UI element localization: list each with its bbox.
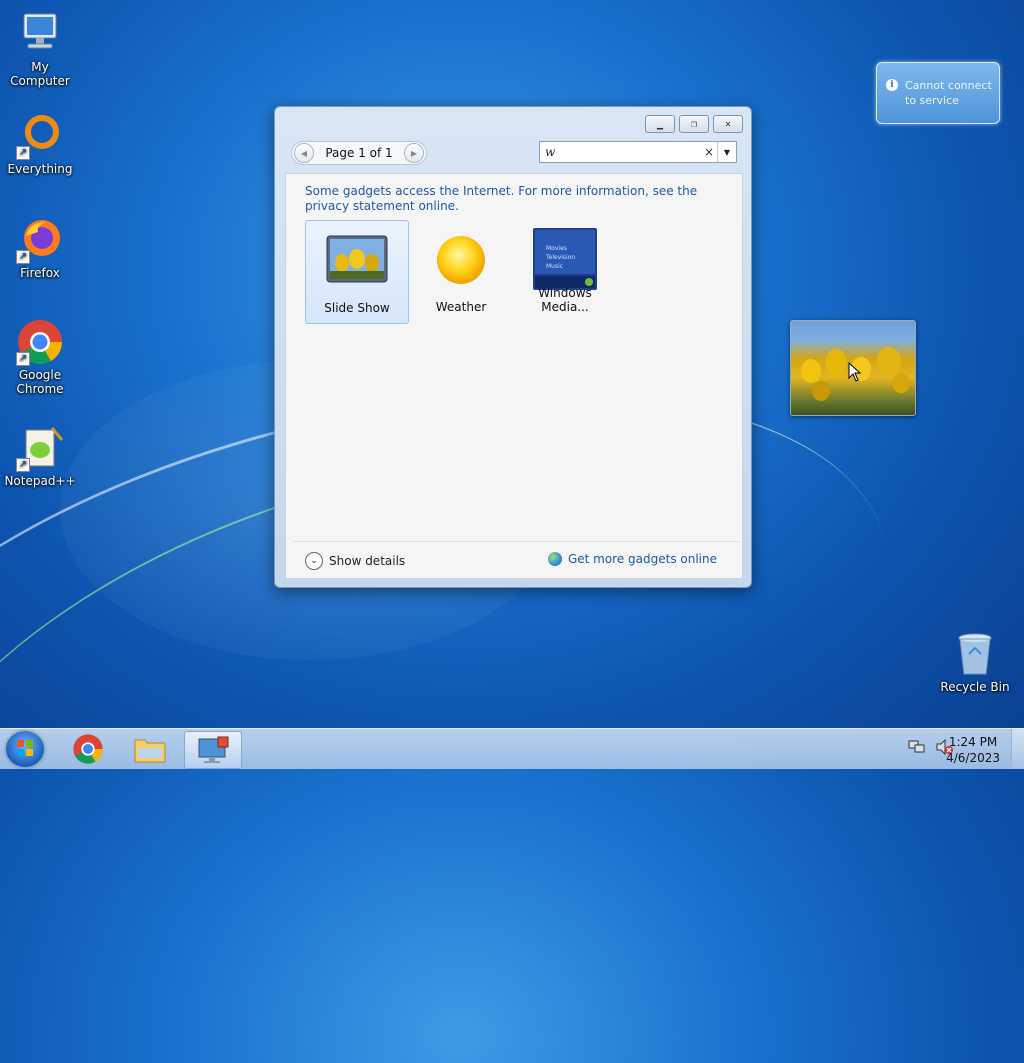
window-controls: ▁ ❐ ✕: [645, 115, 743, 133]
chevron-down-icon: ⌄: [305, 552, 323, 570]
chrome-icon: [73, 734, 103, 764]
desktop-icon-google-chrome[interactable]: ↗ Google Chrome: [0, 318, 80, 396]
desktop-icon-my-computer[interactable]: My Computer: [0, 10, 80, 88]
windows-logo-icon: [17, 740, 33, 756]
recycle-bin-icon: [951, 630, 999, 678]
start-button[interactable]: [6, 731, 44, 767]
close-button[interactable]: ✕: [713, 115, 743, 133]
shortcut-arrow-icon: ↗: [16, 352, 30, 366]
chrome-icon: ↗: [16, 318, 64, 366]
notepad-plus-plus-icon: ↗: [16, 424, 64, 472]
gadget-slide-show[interactable]: Slide Show: [305, 220, 409, 324]
desktop-icon-label: Recycle Bin: [940, 680, 1010, 694]
previous-page-button[interactable]: ◀: [294, 143, 314, 163]
desktop-icon-everything[interactable]: ↗ Everything: [0, 112, 80, 176]
taskbar-clock[interactable]: 1:24 PM 4/6/2023: [946, 734, 1000, 766]
desktop-icon-firefox[interactable]: ↗ Firefox: [0, 216, 80, 280]
desktop-icon-label: Google Chrome: [16, 368, 64, 396]
notification-text: Cannot connect to service: [905, 79, 992, 107]
minimize-button[interactable]: ▁: [645, 115, 675, 133]
search-input[interactable]: w: [540, 145, 701, 159]
desktop-icon-label: My Computer: [10, 60, 70, 88]
slide-show-thumbnail-icon: [326, 235, 388, 283]
shortcut-arrow-icon: ↗: [16, 458, 30, 472]
page-indicator: Page 1 of 1: [325, 146, 393, 160]
privacy-info-link[interactable]: Some gadgets access the Internet. For mo…: [305, 184, 725, 214]
folder-icon: [134, 739, 166, 763]
restore-button[interactable]: ❐: [679, 115, 709, 133]
desktop-icon-recycle-bin[interactable]: Recycle Bin: [935, 630, 1015, 694]
desktop-icon-label: Everything: [7, 162, 73, 176]
clock-time: 1:24 PM: [948, 735, 998, 749]
desktop-icon-notepad-plus-plus[interactable]: ↗ Notepad++: [0, 424, 80, 488]
gadget-gallery-window: ▁ ❐ ✕ ◀ Page 1 of 1 ▶ w × ▼ Some gadgets…: [274, 106, 752, 588]
desktop-icon-label: Notepad++: [4, 474, 76, 488]
gallery-footer: ⌄ Show details Get more gadgets online: [293, 541, 741, 578]
gadget-label: Slide Show: [324, 301, 390, 315]
show-details-label: Show details: [329, 554, 406, 568]
clear-search-icon[interactable]: ×: [701, 145, 717, 159]
gadget-label: Windows Media...: [538, 286, 592, 314]
get-more-gadgets-label: Get more gadgets online: [567, 552, 717, 566]
weather-sun-icon: [437, 236, 485, 284]
shortcut-arrow-icon: ↗: [16, 250, 30, 264]
page-nav-group: ◀ Page 1 of 1 ▶: [291, 141, 427, 165]
everything-search-icon: ↗: [16, 112, 64, 160]
taskbar-file-explorer[interactable]: [122, 731, 178, 767]
taskbar-chrome[interactable]: [60, 731, 116, 767]
page-navigation: ◀ Page 1 of 1 ▶: [291, 141, 427, 165]
next-page-button[interactable]: ▶: [404, 143, 424, 163]
taskbar: 1:24 PM 4/6/2023: [0, 728, 1024, 769]
notification-balloon[interactable]: i Cannot connect to service: [876, 62, 1000, 124]
gadget-weather[interactable]: Weather: [410, 220, 512, 322]
computer-icon: [16, 10, 64, 58]
mouse-cursor-icon: [848, 362, 862, 382]
gadget-windows-media-center[interactable]: Movies Television Music Windows Media...: [514, 220, 616, 322]
network-icon[interactable]: [908, 739, 926, 755]
clock-date: 4/6/2023: [946, 751, 1000, 765]
desktop-icon-label: Firefox: [20, 266, 60, 280]
gadget-search-box[interactable]: w × ▼: [539, 141, 737, 163]
taskbar-gadget-gallery[interactable]: [184, 731, 242, 769]
gadget-list-pane: Some gadgets access the Internet. For mo…: [285, 173, 743, 579]
gadget-label: Weather: [435, 300, 487, 314]
get-more-gadgets-link[interactable]: Get more gadgets online: [547, 552, 717, 566]
globe-icon: [547, 552, 562, 566]
wmc-thumbnail-menu: Movies Television Music: [546, 245, 576, 270]
shortcut-arrow-icon: ↗: [16, 146, 30, 160]
show-desktop-button[interactable]: [1011, 729, 1024, 769]
show-details-toggle[interactable]: ⌄ Show details: [305, 552, 405, 570]
info-icon: i: [886, 79, 898, 91]
search-dropdown-icon[interactable]: ▼: [717, 142, 736, 162]
firefox-icon: ↗: [16, 216, 64, 264]
desktop-gadgets-icon: [198, 736, 229, 763]
